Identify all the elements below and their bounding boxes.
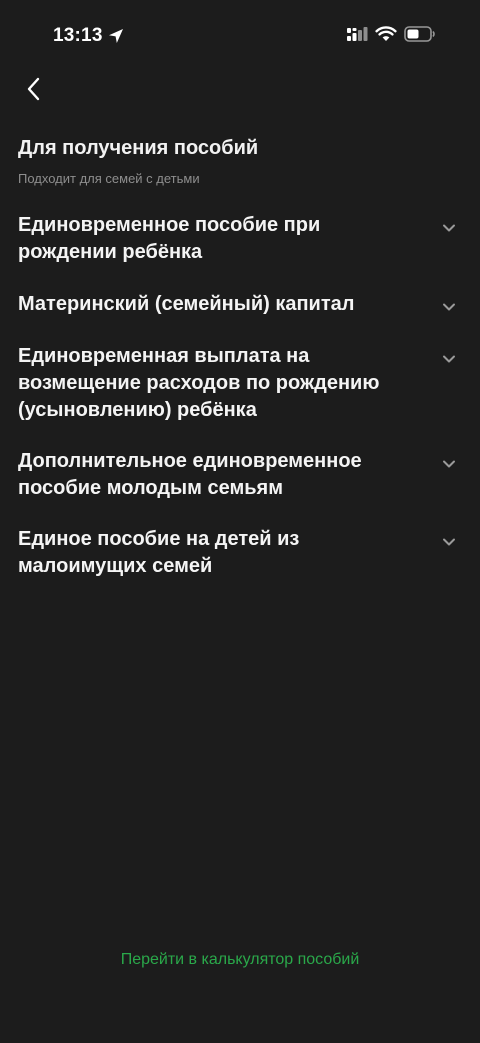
status-time-group: 13:13 (53, 22, 124, 50)
chevron-down-icon (442, 299, 456, 311)
benefit-item-young-families[interactable]: Дополнительное единовременное пособие мо… (0, 448, 480, 526)
chevron-down-icon (442, 351, 456, 363)
chevron-down-icon (442, 534, 456, 546)
benefits-list: Единовременное пособие при рождении ребё… (0, 212, 480, 586)
battery-icon (404, 25, 436, 47)
benefit-item-birth-expenses[interactable]: Единовременная выплата на возмещение рас… (0, 343, 480, 448)
benefit-item-birth-allowance[interactable]: Единовременное пособие при рождении ребё… (0, 212, 480, 291)
benefit-item-label: Материнский (семейный) капитал (18, 293, 355, 315)
signal-icon (346, 26, 368, 47)
section-title: Для получения пособий (18, 137, 259, 159)
benefit-item-maternity-capital[interactable]: Материнский (семейный) капитал (0, 291, 480, 343)
section-subtitle: Подходит для семей с детьми (18, 171, 200, 186)
status-bar: 13:13 (0, 0, 480, 70)
benefit-item-label: Единовременное пособие при рождении ребё… (18, 214, 321, 263)
wifi-icon (375, 25, 397, 47)
benefit-item-unified-allowance[interactable]: Единое пособие на детей из малоимущих се… (0, 526, 480, 586)
benefit-item-label: Единовременная выплата на возмещение рас… (18, 345, 380, 421)
benefit-item-label: Единое пособие на детей из малоимущих се… (18, 528, 300, 577)
location-arrow-icon (108, 28, 124, 44)
status-indicators (346, 24, 436, 48)
chevron-down-icon (442, 456, 456, 468)
chevron-left-icon (26, 77, 40, 106)
status-time: 13:13 (53, 25, 103, 46)
back-button[interactable] (18, 76, 48, 106)
chevron-down-icon (442, 220, 456, 232)
benefits-calculator-link[interactable]: Перейти в калькулятор пособий (0, 948, 480, 972)
benefit-item-label: Дополнительное единовременное пособие мо… (18, 450, 362, 499)
